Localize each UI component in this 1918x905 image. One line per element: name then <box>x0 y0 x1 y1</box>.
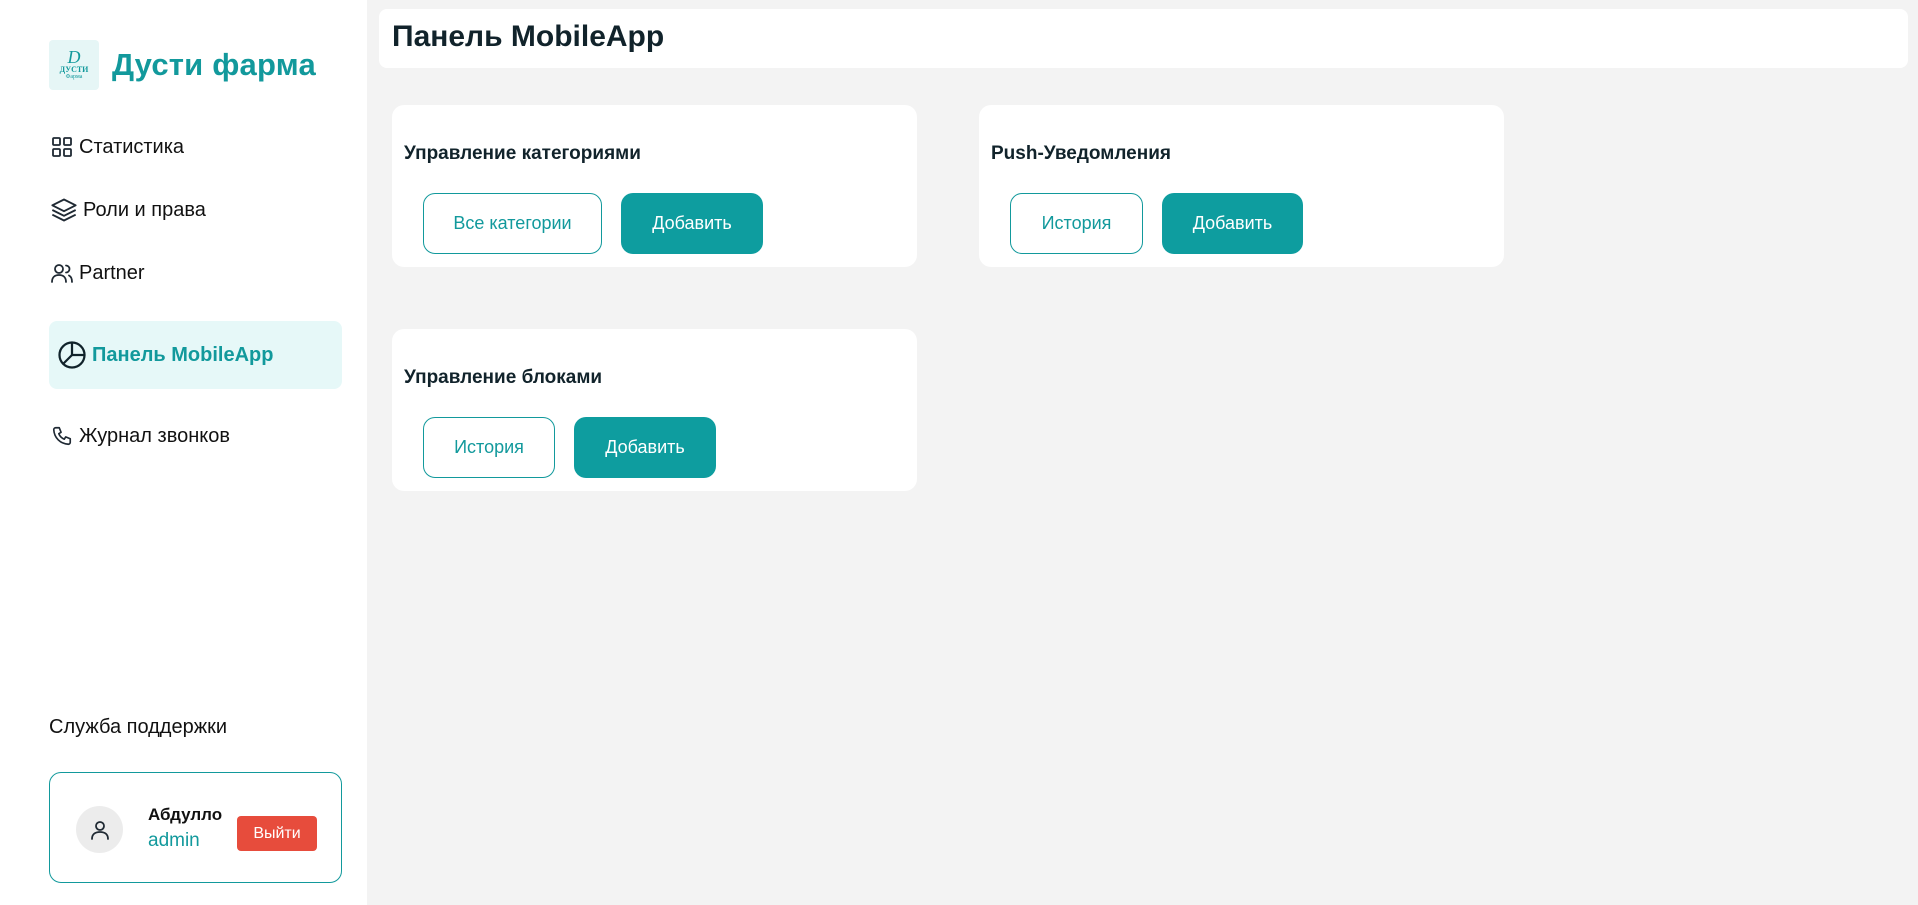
sidebar-item-call-log[interactable]: Журнал звонков <box>49 419 230 453</box>
sidebar-item-label: Роли и права <box>83 198 206 221</box>
sidebar-item-label: Статистика <box>79 135 185 158</box>
pie-chart-icon <box>57 340 87 370</box>
push-notifications-card: Push-Уведомления История Добавить <box>979 105 1504 267</box>
push-history-button[interactable]: История <box>1010 193 1143 254</box>
page-header: Панель MobileApp <box>379 9 1908 68</box>
page-title: Панель MobileApp <box>392 20 665 53</box>
user-name: Абдулло <box>148 805 223 824</box>
sidebar-item-label: Журнал звонков <box>79 424 230 447</box>
users-icon <box>49 260 75 286</box>
user-icon <box>90 820 109 840</box>
add-category-button[interactable]: Добавить <box>621 193 763 254</box>
layers-icon <box>49 195 79 225</box>
logout-button[interactable]: Выйти <box>237 816 317 851</box>
card-title: Управление категориями <box>404 143 641 164</box>
add-push-button[interactable]: Добавить <box>1162 193 1303 254</box>
add-block-button[interactable]: Добавить <box>574 417 716 478</box>
brand-logo: D ДУСТИ Фарма <box>49 40 99 90</box>
categories-card: Управление категориями Все категории Доб… <box>392 105 917 267</box>
avatar[interactable] <box>76 806 123 853</box>
user-card: Абдулло admin Выйти <box>49 772 342 883</box>
sidebar-item-roles[interactable]: Роли и права <box>49 193 206 227</box>
sidebar: D ДУСТИ Фарма Дусти фарма Статистика Рол… <box>0 0 367 905</box>
blocks-card: Управление блоками История Добавить <box>392 329 917 491</box>
brand-name: Дусти фарма <box>112 47 316 82</box>
card-title: Управление блоками <box>404 367 603 388</box>
brand[interactable]: D ДУСТИ Фарма Дусти фарма <box>49 40 316 90</box>
sidebar-item-statistics[interactable]: Статистика <box>49 130 184 164</box>
sidebar-item-partner[interactable]: Partner <box>49 256 145 290</box>
support-link[interactable]: Служба поддержки <box>49 716 227 739</box>
logo-mark: D <box>67 47 81 67</box>
user-role: admin <box>148 830 200 851</box>
grid-icon <box>49 134 75 160</box>
sidebar-item-label: Partner <box>79 261 145 284</box>
all-categories-button[interactable]: Все категории <box>423 193 602 254</box>
card-title: Push-Уведомления <box>991 143 1171 164</box>
blocks-history-button[interactable]: История <box>423 417 555 478</box>
sidebar-item-label: Панель MobileApp <box>92 343 274 366</box>
phone-icon <box>49 423 75 449</box>
sidebar-item-mobileapp[interactable]: Панель MobileApp <box>49 321 342 389</box>
logo-line-1: ДУСТИ <box>59 65 89 74</box>
logo-line-2: Фарма <box>65 74 83 80</box>
